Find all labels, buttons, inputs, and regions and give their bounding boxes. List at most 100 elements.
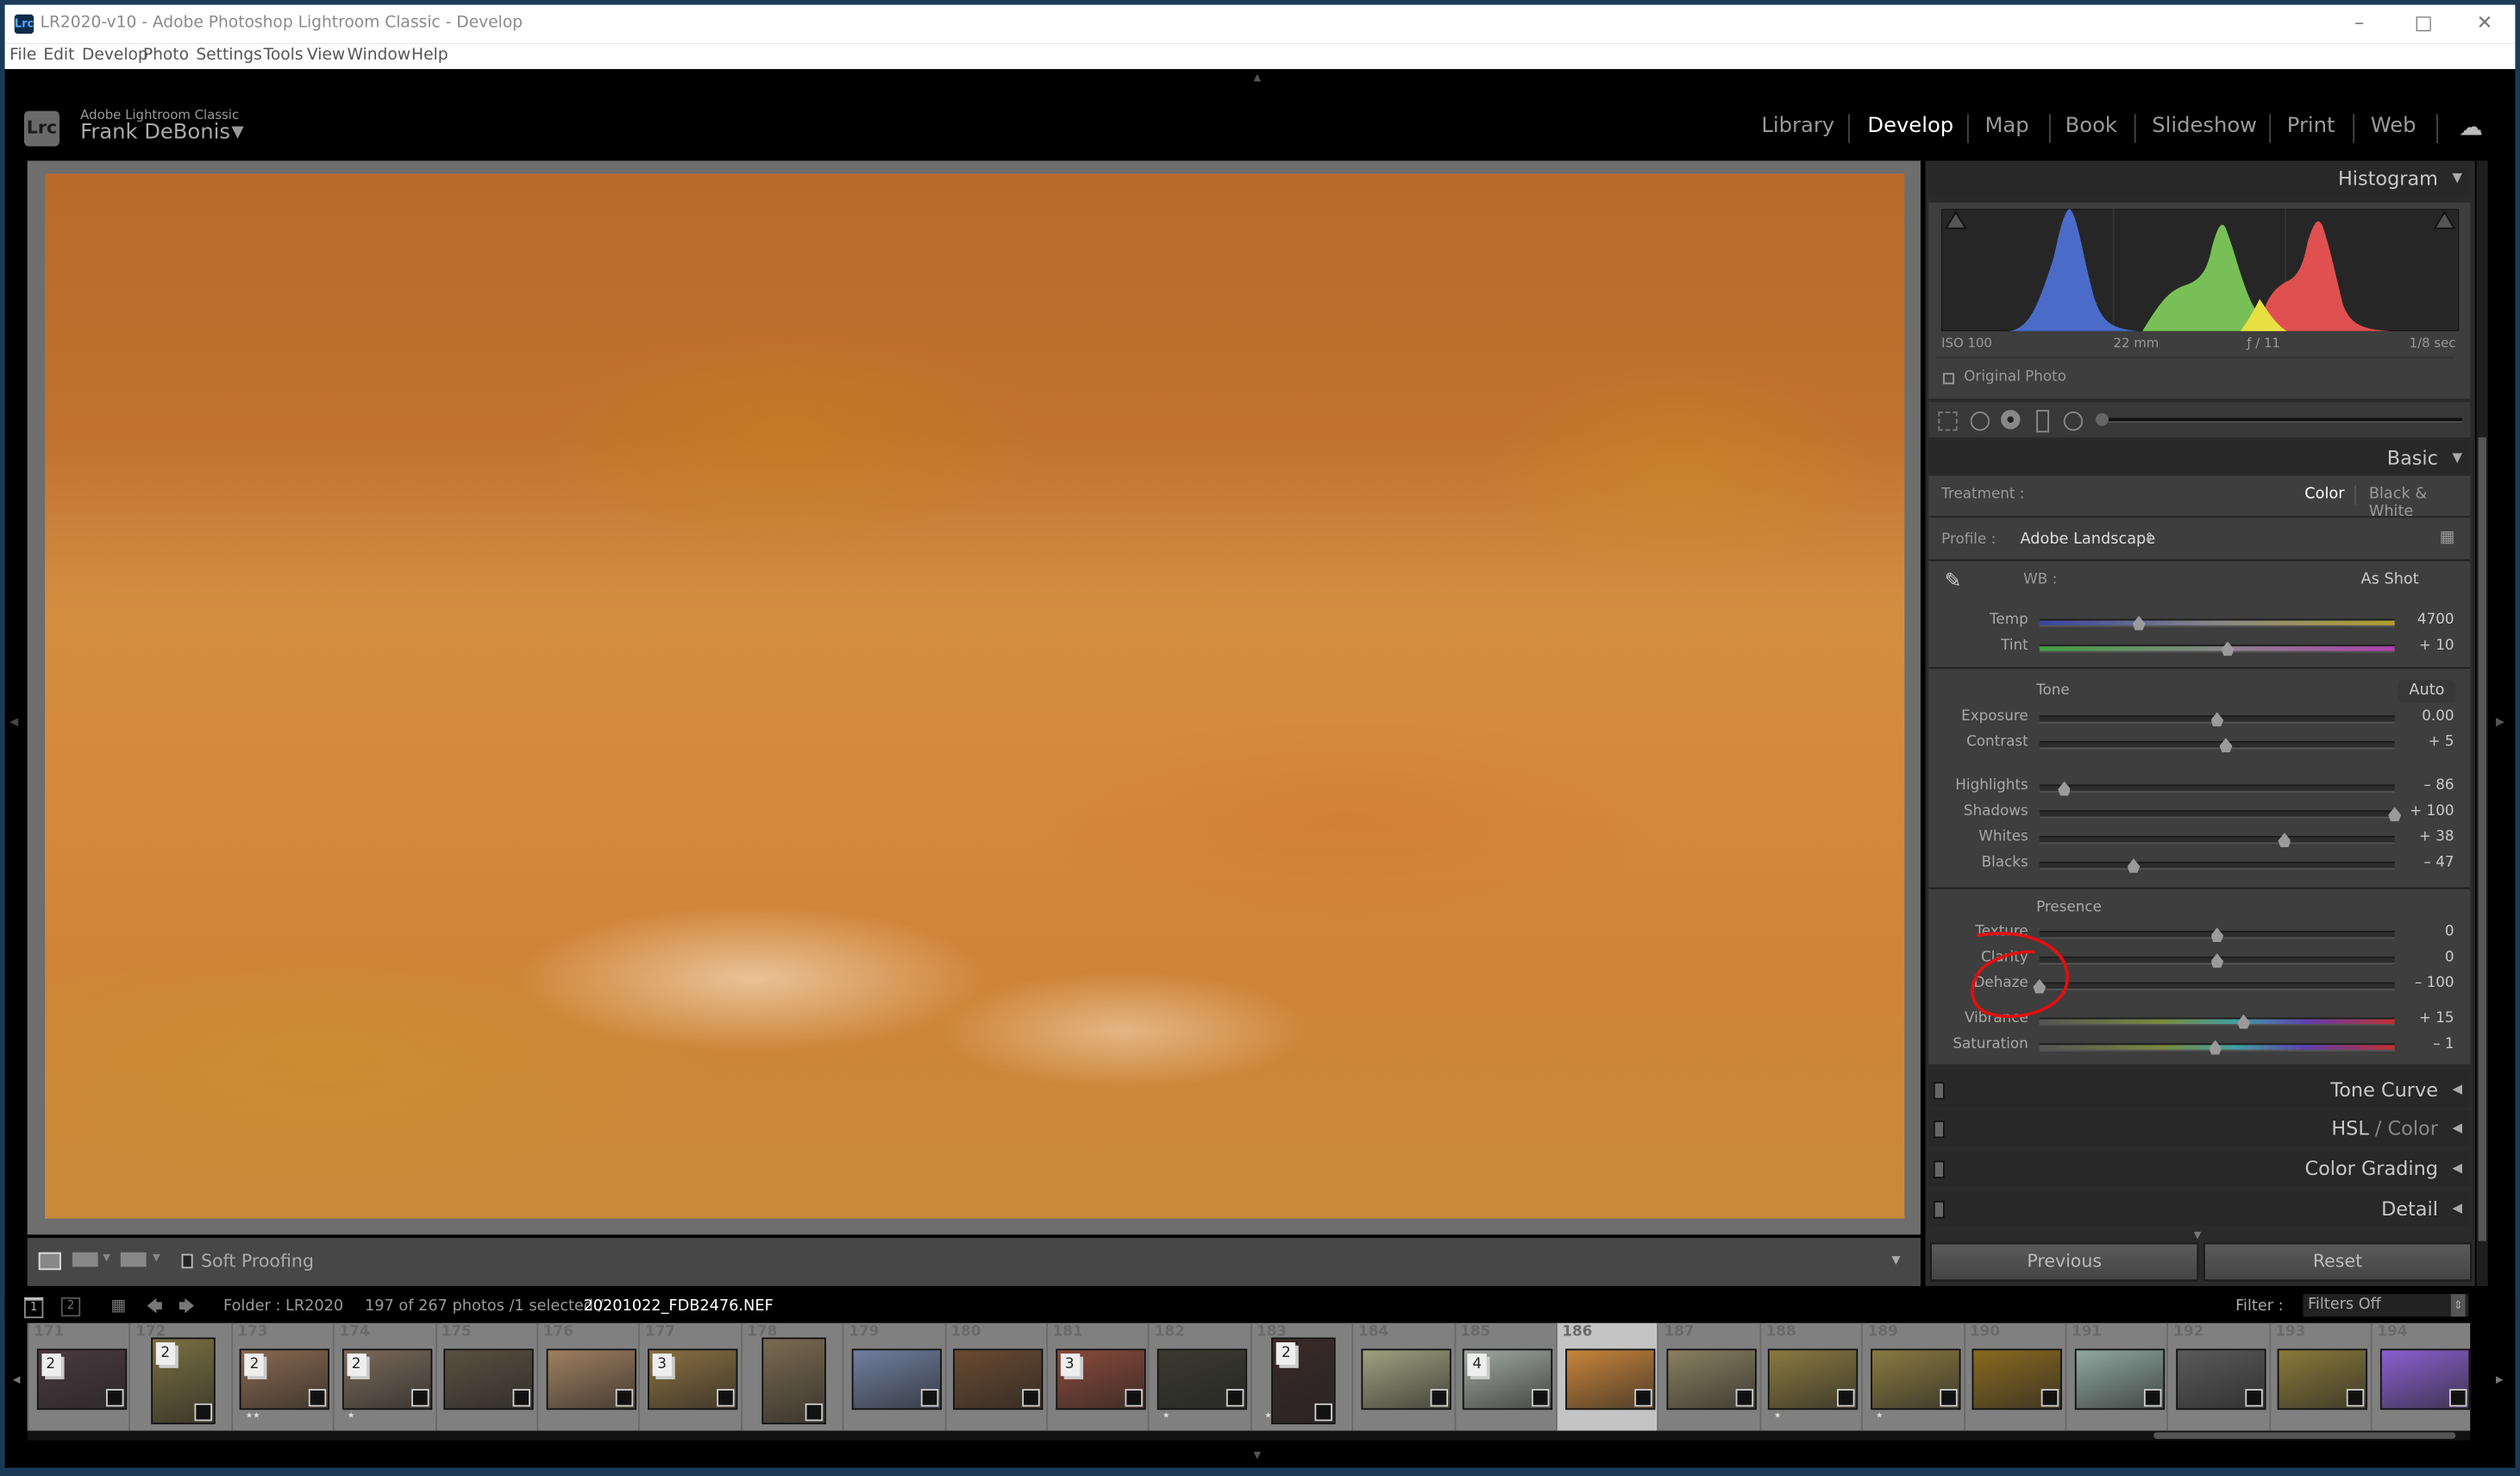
slider-value[interactable]: + 5 — [2390, 735, 2454, 751]
thumbnail[interactable] — [851, 1348, 942, 1410]
histogram-header[interactable]: Histogram ▼ — [1928, 160, 2471, 197]
filmstrip-cell[interactable]: 175 — [435, 1322, 537, 1431]
filmstrip-cell[interactable]: 186 — [1555, 1322, 1659, 1431]
panel-toggle-switch[interactable] — [1933, 1201, 1945, 1219]
toolbar-menu-icon[interactable]: ▼ — [1891, 1254, 1900, 1267]
panel-title-secondary[interactable]: / Color — [2369, 1117, 2438, 1140]
filmstrip-scrollbar[interactable] — [27, 1430, 2471, 1441]
module-tab-print[interactable]: Print — [2287, 114, 2335, 138]
slider-track[interactable] — [2039, 982, 2395, 990]
menu-settings[interactable]: Settings — [196, 47, 261, 64]
slider-track[interactable] — [2039, 644, 2395, 653]
soft-proofing-checkbox[interactable] — [181, 1253, 193, 1269]
radial-filter-icon[interactable] — [2063, 411, 2084, 431]
bottom-panel-toggle-icon[interactable]: ▼ — [1254, 1450, 1262, 1461]
thumbnail[interactable]: 2 — [35, 1348, 127, 1410]
filmstrip-cell[interactable]: 193 — [2268, 1322, 2372, 1431]
filmstrip-cell[interactable]: 171 2 — [27, 1322, 130, 1431]
brush-icon[interactable] — [2096, 412, 2109, 426]
slider-thumb[interactable] — [2219, 738, 2233, 753]
thumbnail[interactable] — [2073, 1348, 2165, 1410]
thumbnail[interactable] — [545, 1348, 636, 1410]
slider-value[interactable]: 0 — [2390, 925, 2454, 941]
slider-track[interactable] — [2039, 861, 2395, 870]
profile-dropdown[interactable]: Adobe Landscape — [2020, 531, 2155, 548]
filmstrip-cell[interactable]: 192 — [2166, 1322, 2270, 1431]
expand-triangle-icon[interactable]: ◀ — [2452, 1201, 2461, 1215]
panel-toggle-switch[interactable] — [1933, 1082, 1945, 1100]
panel-header-detail[interactable]: Detail ◀ — [1928, 1190, 2471, 1227]
filmstrip-cell[interactable]: 179 — [842, 1322, 945, 1431]
panel-header-color-grading[interactable]: Color Grading ◀ — [1928, 1151, 2471, 1187]
crop-tool-icon[interactable] — [1938, 411, 1958, 431]
filmstrip-cell[interactable]: 187 — [1658, 1322, 1760, 1431]
before-after-split-icon[interactable] — [120, 1252, 147, 1267]
filmstrip-cell[interactable]: 183 2 ★ — [1250, 1322, 1352, 1431]
slider-value[interactable]: – 47 — [2390, 855, 2454, 871]
expand-triangle-icon[interactable]: ◀ — [2452, 1160, 2461, 1175]
collapse-triangle-icon[interactable]: ▼ — [2452, 450, 2461, 465]
photo-preview[interactable] — [45, 173, 1905, 1219]
thumbnail[interactable]: 2 — [150, 1337, 216, 1425]
menu-view[interactable]: View — [307, 47, 345, 64]
maximize-icon[interactable]: □ — [2399, 11, 2448, 34]
slider-track[interactable] — [2039, 784, 2395, 793]
slider-thumb[interactable] — [2210, 712, 2224, 727]
reset-button[interactable]: Reset — [2203, 1242, 2473, 1282]
filmstrip-cell[interactable]: 184 — [1351, 1322, 1455, 1431]
filmstrip-cell[interactable]: 181 3 — [1046, 1322, 1149, 1431]
menu-photo[interactable]: Photo — [143, 47, 189, 64]
grid-view-icon[interactable]: ▦ — [111, 1297, 127, 1315]
module-tab-web[interactable]: Web — [2371, 114, 2417, 138]
filmstrip-cell[interactable]: 191 — [2065, 1322, 2168, 1431]
slider-value[interactable]: – 100 — [2390, 976, 2454, 992]
tool-slider[interactable] — [2108, 418, 2462, 424]
thumbnail[interactable]: 2 — [342, 1348, 432, 1410]
panel-toggle-switch[interactable] — [1933, 1160, 1945, 1178]
thumbnail[interactable]: 4 — [1462, 1348, 1553, 1410]
slider-thumb[interactable] — [2210, 953, 2224, 968]
slider-track[interactable] — [2039, 1017, 2395, 1026]
original-photo-checkbox[interactable] — [1942, 373, 1955, 385]
filmstrip-cell[interactable]: 177 3 — [638, 1322, 742, 1431]
chevron-down-icon[interactable]: ▼ — [231, 123, 243, 141]
histogram-graph[interactable] — [1941, 209, 2460, 331]
panel-header-hsl[interactable]: HSL / Color ◀ — [1928, 1110, 2471, 1146]
filmstrip-cell[interactable]: 180 — [943, 1322, 1047, 1431]
profile-browser-icon[interactable]: ▦ — [2440, 529, 2455, 546]
thumbnail[interactable] — [2278, 1348, 2368, 1410]
slider-value[interactable]: – 1 — [2390, 1037, 2454, 1053]
slider-thumb[interactable] — [2210, 927, 2224, 943]
expand-triangle-icon[interactable]: ◀ — [2452, 1121, 2461, 1135]
thumbnail[interactable] — [953, 1348, 1044, 1410]
slider-track[interactable] — [2039, 836, 2395, 845]
red-eye-icon[interactable] — [2001, 410, 2021, 430]
menu-help[interactable]: Help — [411, 47, 448, 64]
treatment-color-button[interactable]: Color — [2304, 486, 2344, 503]
module-tab-book[interactable]: Book — [2066, 114, 2117, 138]
previous-button[interactable]: Previous — [1930, 1242, 2199, 1282]
filter-dropdown[interactable]: Filters Off ⇕ — [2303, 1294, 2469, 1317]
right-panel-toggle-icon[interactable]: ▶ — [2496, 715, 2504, 728]
slider-value[interactable]: + 15 — [2390, 1011, 2454, 1027]
panel-toggle-switch[interactable] — [1933, 1120, 1945, 1139]
slider-thumb[interactable] — [2127, 858, 2141, 873]
module-tab-slideshow[interactable]: Slideshow — [2152, 114, 2257, 138]
thumbnail[interactable] — [2379, 1348, 2470, 1410]
slider-thumb[interactable] — [2058, 781, 2072, 796]
filmstrip-right-icon[interactable]: ▶ — [2496, 1374, 2504, 1385]
thumbnail[interactable] — [2176, 1348, 2266, 1410]
slider-thumb[interactable] — [2237, 1014, 2251, 1029]
thumbnail[interactable] — [1157, 1348, 1247, 1410]
filmstrip-cell[interactable]: 185 4 — [1453, 1322, 1557, 1431]
filmstrip-left-icon[interactable]: ◀ — [13, 1374, 21, 1385]
slider-thumb[interactable] — [2209, 1039, 2222, 1055]
thumbnail[interactable] — [762, 1337, 827, 1425]
folder-source[interactable]: Folder : LR2020 — [223, 1297, 343, 1315]
expand-triangle-icon[interactable]: ◀ — [2452, 1082, 2461, 1096]
filmstrip-cell[interactable]: 194 — [2371, 1322, 2470, 1431]
basic-header[interactable]: Basic ▼ — [1928, 440, 2471, 476]
slider-thumb[interactable] — [2221, 641, 2235, 656]
thumbnail[interactable]: 2 — [240, 1348, 330, 1410]
back-arrow-icon[interactable]: 🡄 — [147, 1296, 163, 1323]
